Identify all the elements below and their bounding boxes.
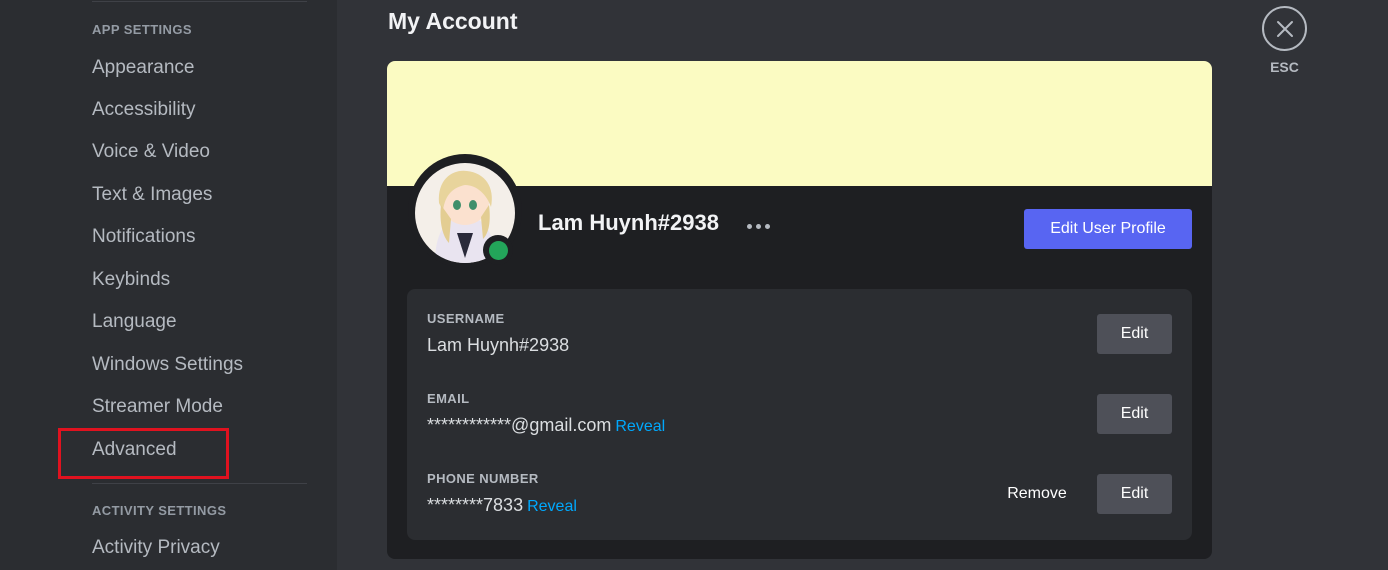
more-icon <box>764 223 770 229</box>
settings-sidebar: APP SETTINGS Appearance Accessibility Vo… <box>0 0 337 570</box>
page-title: My Account <box>388 8 518 34</box>
phone-label: PHONE NUMBER <box>427 471 539 486</box>
close-icon <box>1276 20 1293 37</box>
sidebar-item-streamer-mode[interactable]: Streamer Mode <box>92 394 223 420</box>
email-label: EMAIL <box>427 391 470 406</box>
profile-card: Lam Huynh#2938 Edit User Profile USERNAM… <box>387 61 1212 559</box>
sidebar-item-notifications[interactable]: Notifications <box>92 224 196 250</box>
more-icon <box>755 223 761 229</box>
email-row: ************@gmail.com Reveal <box>427 415 665 436</box>
activity-settings-header: ACTIVITY SETTINGS <box>92 503 227 518</box>
close-control: ESC <box>1262 6 1307 75</box>
close-button[interactable] <box>1262 6 1307 51</box>
reveal-email-link[interactable]: Reveal <box>615 418 665 435</box>
username-value: Lam Huynh#2938 <box>427 335 570 355</box>
sidebar-item-activity-privacy[interactable]: Activity Privacy <box>92 535 220 561</box>
sidebar-item-language[interactable]: Language <box>92 309 177 335</box>
profile-banner <box>387 61 1212 186</box>
remove-phone-button[interactable]: Remove <box>997 474 1077 514</box>
status-indicator <box>483 235 513 265</box>
sidebar-item-text-images[interactable]: Text & Images <box>92 182 212 208</box>
phone-value: ********7833 <box>427 495 524 515</box>
sidebar-item-appearance[interactable]: Appearance <box>92 55 194 81</box>
email-value: ************@gmail.com <box>427 415 612 435</box>
sidebar-divider <box>92 1 307 2</box>
highlight-annotation-box <box>58 428 229 479</box>
sidebar-item-accessibility[interactable]: Accessibility <box>92 97 195 123</box>
reveal-phone-link[interactable]: Reveal <box>527 498 577 515</box>
edit-user-profile-button[interactable]: Edit User Profile <box>1024 209 1192 249</box>
phone-row: ********7833 Reveal <box>427 495 577 516</box>
close-esc-label: ESC <box>1270 59 1299 75</box>
edit-email-button[interactable]: Edit <box>1097 394 1172 434</box>
online-status-dot <box>488 240 508 260</box>
account-info-box: USERNAME Lam Huynh#2938 Edit EMAIL *****… <box>407 289 1192 540</box>
sidebar-item-keybinds[interactable]: Keybinds <box>92 267 170 293</box>
edit-phone-button[interactable]: Edit <box>1097 474 1172 514</box>
more-options-button[interactable] <box>743 213 773 239</box>
username-label: USERNAME <box>427 311 505 326</box>
more-icon <box>746 223 752 229</box>
profile-display-name: Lam Huynh#2938 <box>538 210 719 235</box>
sidebar-item-windows-settings[interactable]: Windows Settings <box>92 352 243 378</box>
edit-username-button[interactable]: Edit <box>1097 314 1172 354</box>
app-settings-header: APP SETTINGS <box>92 22 192 37</box>
sidebar-divider <box>92 483 307 484</box>
sidebar-item-voice-video[interactable]: Voice & Video <box>92 139 210 165</box>
